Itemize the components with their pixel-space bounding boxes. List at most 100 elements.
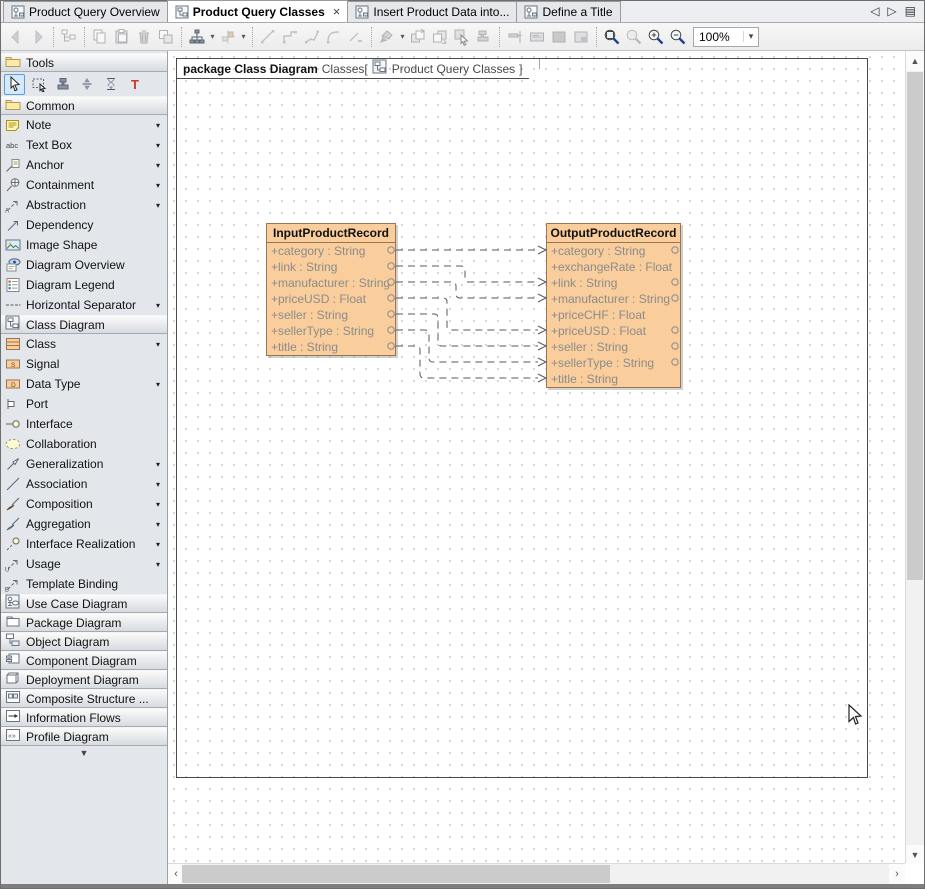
chevron-down-icon[interactable]: ▾ [156,520,164,529]
palette-item-association[interactable]: Association▾ [1,474,167,494]
chevron-down-icon[interactable]: ▾ [156,540,164,549]
palette-section-information-flows[interactable]: Information Flows [1,708,167,727]
chevron-down-icon[interactable]: ▾ [156,340,164,349]
palette-item-generalization[interactable]: Generalization▾ [1,454,167,474]
palette-section-common[interactable]: Common [1,96,167,115]
palette-item-signal[interactable]: SSignal [1,354,167,374]
palette-section-tools[interactable]: Tools [1,53,167,72]
class-attribute[interactable]: +seller : String [267,307,395,323]
palette-section-use-case-diagram[interactable]: Use Case Diagram [1,594,167,613]
class-attribute[interactable]: +link : String [267,259,395,275]
palette-section-profile-diagram[interactable]: «»Profile Diagram [1,727,167,746]
horizontal-scrollbar[interactable]: ‹ › [168,863,905,884]
resource-tool-icon[interactable] [100,74,121,95]
palette-item-interface-realization[interactable]: Interface Realization▾ [1,534,167,554]
palette-item-containment[interactable]: Containment▾ [1,175,167,195]
palette-section-composite-structure[interactable]: Composite Structure ... [1,689,167,708]
chevron-down-icon[interactable]: ▾ [156,181,164,190]
zoom-area-icon[interactable] [601,26,623,48]
fit-page-icon [570,26,592,48]
chevron-down-icon[interactable]: ▾ [156,500,164,509]
tab-define-a-title[interactable]: Define a Title [516,1,620,22]
marquee-tool-icon[interactable] [28,74,49,95]
dropdown-arrow-icon[interactable]: ▾ [208,32,217,41]
chevron-down-icon[interactable]: ▾ [156,121,164,130]
vertical-scrollbar[interactable]: ▲ ▼ [905,51,924,865]
zoom-level-combobox[interactable]: 100%▾ [693,27,759,47]
class-inputproductrecord[interactable]: InputProductRecord+category : String+lin… [266,223,396,356]
class-icon [4,336,21,352]
class-attribute[interactable]: +manufacturer : String [547,291,680,307]
tab-insert-product-data-into[interactable]: Insert Product Data into... [347,1,517,22]
chevron-down-icon[interactable]: ▾ [156,301,164,310]
palette-section-class-diagram[interactable]: Class Diagram [1,315,167,334]
tab-product-query-classes[interactable]: Product Query Classes× [167,0,349,22]
palette-item-horizontal-separator[interactable]: Horizontal Separator▾ [1,295,167,315]
class-attribute[interactable]: +sellerType : String [267,323,395,339]
sweeper-tool-icon[interactable] [52,74,73,95]
palette-item-dependency[interactable]: Dependency [1,215,167,235]
tab-scroll-left-icon[interactable]: ◁ [870,4,879,18]
class-attribute[interactable]: +sellerType : String [547,355,680,371]
layout-diagram-icon[interactable] [186,26,208,48]
section-header-label: Tools [26,56,54,70]
chevron-down-icon[interactable]: ▾ [156,380,164,389]
class-attribute[interactable]: +category : String [547,243,680,259]
palette-item-class[interactable]: Class▾ [1,334,167,354]
palette-item-image-shape[interactable]: Image Shape [1,235,167,255]
palette-item-interface[interactable]: Interface [1,414,167,434]
palette-item-label: Interface [26,417,164,431]
class-attribute[interactable]: +title : String [547,371,680,387]
palette-item-note[interactable]: Note▾ [1,115,167,135]
class-attribute[interactable]: +category : String [267,243,395,259]
scroll-right-button[interactable]: › [889,864,905,884]
zoom-out-icon[interactable] [667,26,689,48]
class-attribute[interactable]: +manufacturer : String [267,275,395,291]
diagram-canvas[interactable]: package Class Diagram Classes[ Product Q… [168,51,924,884]
palette-item-aggregation[interactable]: Aggregation▾ [1,514,167,534]
horizontal-scrollbar-thumb[interactable] [182,865,610,883]
palette-more-button[interactable]: ▼ [1,748,167,762]
class-attribute[interactable]: +priceUSD : Float [547,323,680,339]
chevron-down-icon[interactable]: ▾ [156,460,164,469]
palette-item-data-type[interactable]: DData Type▾ [1,374,167,394]
palette-item-diagram-overview[interactable]: Diagram Overview [1,255,167,275]
palette-item-anchor[interactable]: Anchor▾ [1,155,167,175]
chevron-down-icon[interactable]: ▾ [156,560,164,569]
palette-item-text-box[interactable]: abcText Box▾ [1,135,167,155]
chevron-down-icon[interactable]: ▾ [156,480,164,489]
chevron-down-icon[interactable]: ▾ [743,31,758,42]
chevron-down-icon[interactable]: ▾ [156,201,164,210]
tab-close-icon[interactable]: × [333,5,341,18]
palette-item-abstraction[interactable]: AAbstraction▾ [1,195,167,215]
class-attribute[interactable]: +priceUSD : Float [267,291,395,307]
tab-list-icon[interactable]: ▤ [905,4,916,18]
chevron-down-icon[interactable]: ▾ [156,161,164,170]
palette-item-collaboration[interactable]: Collaboration [1,434,167,454]
palette-section-deployment-diagram[interactable]: Deployment Diagram [1,670,167,689]
class-outputproductrecord[interactable]: OutputProductRecord+category : String+ex… [546,223,681,388]
chevron-down-icon[interactable]: ▾ [156,141,164,150]
class-attribute[interactable]: +exchangeRate : Float [547,259,680,275]
vertical-scrollbar-thumb[interactable] [907,72,923,580]
tab-scroll-right-icon[interactable]: ▷ [887,4,896,18]
class-attribute[interactable]: +seller : String [547,339,680,355]
palette-item-diagram-legend[interactable]: Diagram Legend [1,275,167,295]
class-attribute[interactable]: +title : String [267,339,395,355]
palette-section-component-diagram[interactable]: Component Diagram [1,651,167,670]
zoom-in-icon[interactable] [645,26,667,48]
add-text-tool-icon[interactable]: T [124,74,145,95]
palette-section-package-diagram[interactable]: Package Diagram [1,613,167,632]
scroll-down-button[interactable]: ▼ [906,845,924,865]
palette-item-template-binding[interactable]: BTemplate Binding [1,574,167,594]
palette-item-port[interactable]: Port [1,394,167,414]
palette-section-object-diagram[interactable]: Object Diagram [1,632,167,651]
class-attribute[interactable]: +priceCHF : Float [547,307,680,323]
tab-product-query-overview[interactable]: Product Query Overview [3,1,168,22]
class-attribute[interactable]: +link : String [547,275,680,291]
palette-item-usage[interactable]: UUsage▾ [1,554,167,574]
palette-item-composition[interactable]: Composition▾ [1,494,167,514]
magnet-tool-icon[interactable] [76,74,97,95]
cursor-tool-icon[interactable] [4,74,25,95]
scroll-up-button[interactable]: ▲ [906,51,924,71]
